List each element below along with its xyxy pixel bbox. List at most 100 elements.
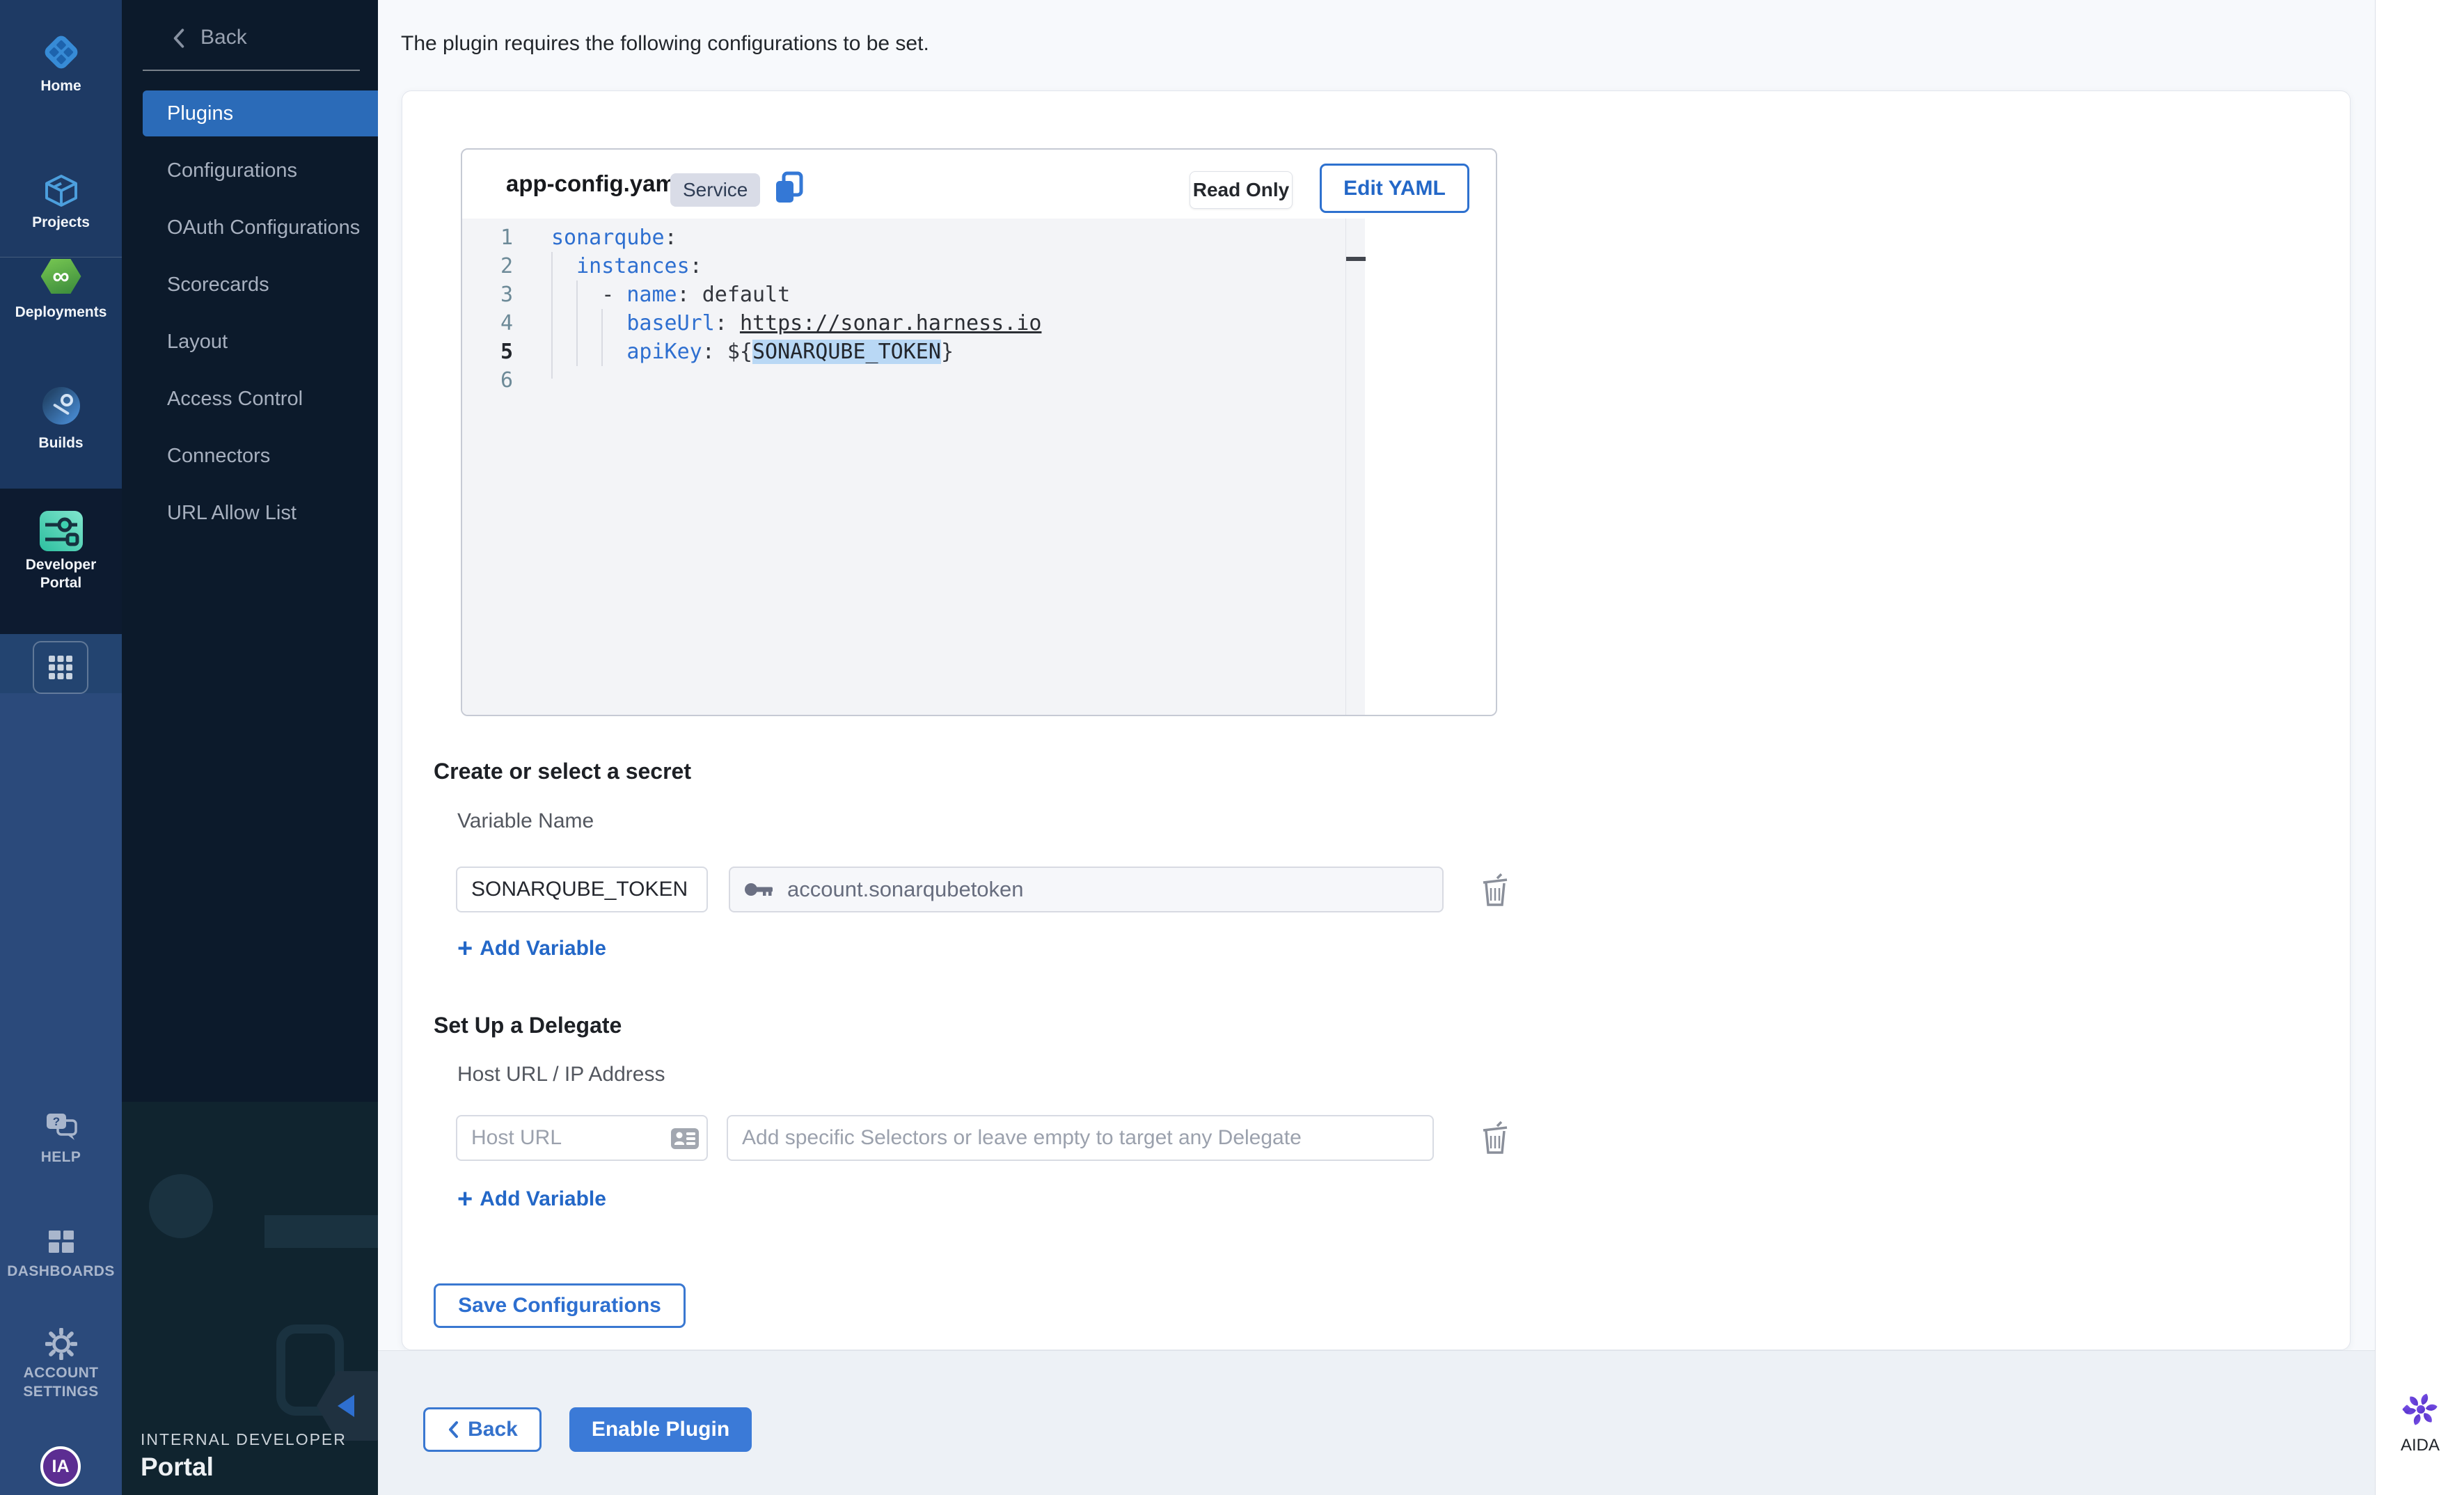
edit-yaml-button[interactable]: Edit YAML [1320, 164, 1469, 213]
indent-guide [576, 280, 578, 366]
yaml-filename: app-config.yaml [506, 171, 682, 197]
decor-circle [149, 1174, 213, 1238]
key-icon [744, 880, 775, 899]
code-line: - name: default [551, 280, 1365, 309]
code-surface: 123456 sonarqube: instances: - name: def… [462, 219, 1365, 715]
delegate-selectors-input[interactable] [727, 1115, 1434, 1161]
sidebar-item-access-control[interactable]: Access Control [143, 376, 378, 422]
settings-menu: Plugins Configurations OAuth Configurati… [122, 90, 378, 547]
dashboards-icon [46, 1228, 77, 1258]
harness-home-icon [40, 31, 83, 74]
sidebar-item-plugins[interactable]: Plugins [143, 90, 378, 136]
variable-name-label: Variable Name [457, 809, 594, 833]
back-label: Back [200, 26, 247, 49]
copy-icon[interactable] [773, 171, 805, 209]
avatar-initials: IA [52, 1457, 70, 1477]
line-number: 1 [462, 223, 513, 252]
code-lines: sonarqube: instances: - name: default ba… [527, 219, 1365, 715]
secret-section-heading: Create or select a secret [434, 759, 691, 784]
line-number: 2 [462, 252, 513, 280]
code-line: apiKey: ${SONARQUBE_TOKEN} [551, 338, 1365, 366]
help-chat-icon: ? [44, 1112, 79, 1144]
host-url-label: Host URL / IP Address [457, 1063, 665, 1086]
back-button[interactable]: Back [423, 1407, 542, 1452]
save-configurations-button[interactable]: Save Configurations [434, 1283, 686, 1328]
rail-dashboards[interactable]: DASHBOARDS [0, 1228, 122, 1281]
module-grid-button[interactable] [33, 641, 88, 694]
module-label: Deployments [0, 303, 122, 322]
aida-assistant-button[interactable]: AIDA [2376, 1391, 2464, 1455]
module-label: Home [0, 77, 122, 95]
line-number: 6 [462, 366, 513, 395]
settings-sidebar: Back Plugins Configurations OAuth Config… [122, 0, 378, 1495]
enable-plugin-button[interactable]: Enable Plugin [569, 1407, 752, 1452]
module-label: Builds [0, 434, 122, 452]
sidebar-divider [143, 70, 360, 71]
rail-help[interactable]: ? HELP [0, 1112, 122, 1166]
rail-bottom-label: DASHBOARDS [0, 1262, 122, 1281]
deployments-icon: ∞ [41, 259, 81, 294]
sidebar-module-builds[interactable]: Builds [0, 387, 122, 452]
main-content: The plugin requires the following config… [378, 0, 2375, 1495]
delete-secret-row-button[interactable] [1480, 872, 1510, 912]
user-avatar[interactable]: IA [40, 1446, 81, 1487]
service-badge: Service [670, 173, 760, 207]
sidebar-item-layout[interactable]: Layout [143, 319, 378, 365]
sidebar-module-projects[interactable]: Projects [0, 171, 122, 232]
nine-dot-grid-icon [47, 654, 74, 681]
scrollbar-mark [1346, 257, 1366, 261]
portal-brand-panel: INTERNAL DEVELOPER Portal [122, 1102, 378, 1495]
rail-account-settings[interactable]: ACCOUNT SETTINGS [0, 1328, 122, 1401]
sidebar-item-url-allow-list[interactable]: URL Allow List [143, 490, 378, 536]
delegate-section-heading: Set Up a Delegate [434, 1013, 622, 1038]
projects-cube-icon [42, 171, 81, 210]
wizard-footer: Back Enable Plugin [378, 1350, 2375, 1495]
module-rail: Home Projects ∞ Deployments Builds [0, 0, 122, 1495]
aida-icon [2402, 1391, 2438, 1427]
variable-name-input[interactable] [456, 867, 708, 912]
line-number: 4 [462, 309, 513, 338]
sidebar-module-developer-portal[interactable]: Developer Portal [0, 509, 122, 592]
sidebar-back-button[interactable]: Back [122, 19, 378, 56]
module-label: Projects [0, 214, 122, 232]
aida-label: AIDA [2376, 1436, 2464, 1455]
sidebar-module-deployments[interactable]: ∞ Deployments [0, 259, 122, 322]
developer-portal-icon [38, 509, 84, 553]
sidebar-item-connectors[interactable]: Connectors [143, 433, 378, 479]
rail-bottom-label: ACCOUNT SETTINGS [16, 1363, 106, 1401]
line-number: 3 [462, 280, 513, 309]
line-number: 5 [462, 338, 513, 366]
line-number-gutter: 123456 [462, 219, 527, 715]
builds-icon [42, 387, 80, 425]
chevron-left-icon [171, 28, 187, 49]
chevron-left-icon [447, 1421, 459, 1439]
code-line: instances: [551, 252, 1365, 280]
host-url-input[interactable] [456, 1115, 708, 1161]
sidebar-module-home[interactable]: Home [0, 31, 122, 95]
gear-icon [45, 1328, 77, 1360]
svg-text:?: ? [52, 1115, 59, 1128]
add-variable-link-secret[interactable]: + Add Variable [457, 937, 606, 960]
right-edge-panel: AIDA [2375, 0, 2464, 1495]
brand-title: Portal [141, 1453, 214, 1482]
code-line: sonarqube: [551, 223, 1365, 252]
delete-delegate-row-button[interactable] [1480, 1120, 1510, 1160]
plus-icon: + [457, 1189, 473, 1210]
yaml-editor-body[interactable]: 123456 sonarqube: instances: - name: def… [462, 219, 1496, 715]
sidebar-item-scorecards[interactable]: Scorecards [143, 262, 378, 308]
plus-icon: + [457, 938, 473, 959]
indent-guide [601, 309, 603, 366]
editor-scrollbar[interactable] [1345, 219, 1365, 715]
configuration-card: app-config.yaml Service Read Only Edit Y… [402, 90, 2351, 1350]
read-only-toggle[interactable]: Read Only [1190, 171, 1293, 209]
secret-reference-field[interactable]: account.sonarqubetoken [729, 867, 1444, 912]
yaml-editor-card: app-config.yaml Service Read Only Edit Y… [461, 148, 1497, 716]
sidebar-item-oauth-configurations[interactable]: OAuth Configurations [143, 205, 378, 251]
rail-bottom-label: HELP [0, 1148, 122, 1166]
indent-guide [551, 252, 553, 379]
secret-reference-value: account.sonarqubetoken [787, 877, 1024, 902]
code-line: baseUrl: https://sonar.harness.io [551, 309, 1365, 338]
sidebar-item-configurations[interactable]: Configurations [143, 148, 378, 193]
add-variable-link-delegate[interactable]: + Add Variable [457, 1187, 606, 1211]
brand-eyebrow: INTERNAL DEVELOPER [141, 1430, 347, 1449]
